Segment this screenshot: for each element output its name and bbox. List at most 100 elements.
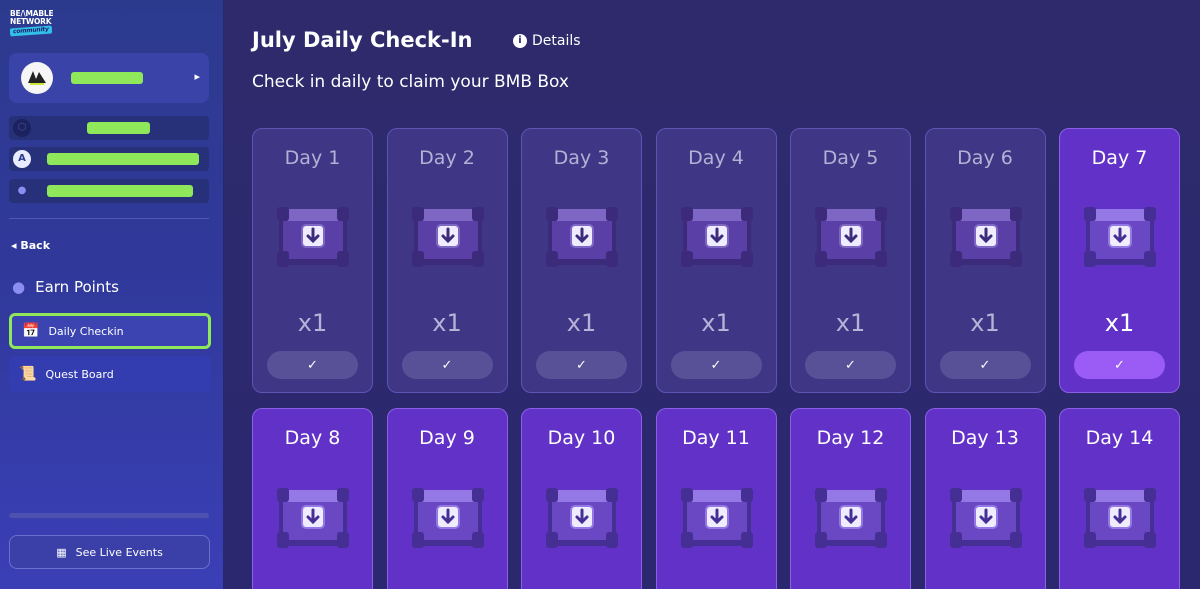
- avatar-badge-icon: [22, 63, 52, 93]
- checkin-button[interactable]: ✓: [267, 351, 358, 379]
- reward-quantity: x1: [701, 309, 731, 337]
- day-label: Day 4: [688, 147, 744, 169]
- day-label: Day 3: [553, 147, 610, 169]
- bmb-box-icon: [677, 484, 757, 554]
- checkin-button[interactable]: ✓: [401, 351, 493, 379]
- checkmark-icon: ✓: [845, 357, 856, 373]
- checkin-button[interactable]: ✓: [670, 351, 762, 379]
- bmb-box-icon: [408, 484, 488, 554]
- bmb-box-icon: [542, 484, 622, 554]
- back-label: Back: [20, 239, 51, 252]
- info-icon: i: [513, 34, 527, 48]
- section-title: Earn Points: [35, 278, 119, 296]
- day-card: Day 13: [924, 408, 1046, 589]
- bmb-box-icon: [1080, 484, 1160, 554]
- see-live-events-button[interactable]: ▦ See Live Events: [9, 535, 210, 569]
- day-label: Day 14: [1085, 427, 1154, 449]
- day-card: Day 3 x1 ✓: [521, 128, 642, 393]
- profile-card[interactable]: ▸: [9, 53, 209, 103]
- sidebar: BE/\MABLE NETWORK community ▸ ⬡ A ● ◂ Ba…: [0, 0, 224, 589]
- chevron-left-icon: ◂: [11, 239, 17, 252]
- day-label: Day 13: [951, 427, 1019, 449]
- reward-quantity: x1: [835, 309, 866, 337]
- day-card: Day 9: [386, 408, 508, 589]
- day-label: Day 5: [822, 147, 879, 169]
- day-card: Day 12: [790, 408, 911, 589]
- reward-quantity: x1: [970, 309, 1000, 337]
- sidebar-item-label: Daily Checkin: [48, 324, 124, 338]
- points-icon: ●: [12, 278, 26, 296]
- checkmark-icon: ✓: [979, 357, 991, 373]
- stat-row-token: ⬡: [9, 116, 209, 140]
- day-card: Day 14: [1059, 408, 1180, 589]
- checkmark-icon: ✓: [576, 357, 587, 373]
- reward-quantity: x1: [1104, 309, 1135, 337]
- profile-username: [71, 72, 143, 84]
- bmb-box-icon: [811, 203, 891, 273]
- page-subtitle: Check in daily to claim your BMB Box: [252, 72, 569, 92]
- bmb-box-icon: [273, 484, 353, 554]
- stat-value-points: [47, 185, 193, 197]
- reward-quantity: x1: [566, 309, 597, 337]
- day-label: Day 11: [682, 427, 750, 449]
- bmb-box-icon: [273, 203, 353, 273]
- logo-line-2: NETWORK: [10, 17, 52, 26]
- logo-tag: community: [9, 25, 52, 37]
- day-card: Day 1 x1 ✓: [252, 128, 373, 393]
- hexagon-token-icon: ⬡: [13, 119, 31, 137]
- sidebar-item-label: Quest Board: [45, 367, 114, 381]
- bmb-box-icon: [1080, 203, 1160, 273]
- day-card: Day 8: [252, 408, 373, 589]
- checkin-button[interactable]: ✓: [1074, 351, 1165, 379]
- bmb-box-icon: [677, 203, 757, 273]
- checkin-button[interactable]: ✓: [939, 351, 1031, 379]
- chevron-right-icon[interactable]: ▸: [194, 70, 200, 83]
- checkin-button[interactable]: ✓: [536, 351, 627, 379]
- sidebar-item-daily-checkin[interactable]: 📅 Daily Checkin: [9, 313, 211, 349]
- calendar-icon: ▦: [56, 545, 67, 559]
- bmb-box-icon: [811, 484, 891, 554]
- brand-logo[interactable]: BE/\MABLE NETWORK community: [9, 10, 60, 40]
- reward-quantity: x1: [297, 309, 328, 337]
- stat-value-arbitrum: [47, 153, 199, 165]
- stat-value-token: [87, 122, 150, 134]
- avatar: [21, 62, 53, 94]
- reward-quantity: x1: [432, 309, 462, 337]
- day-label: Day 1: [284, 147, 341, 169]
- checkmark-icon: ✓: [710, 357, 722, 373]
- sidebar-divider: [9, 218, 209, 219]
- day-label: Day 9: [419, 427, 475, 449]
- day-card[interactable]: Day 7 x1 ✓: [1059, 128, 1180, 393]
- bmb-box-icon: [542, 203, 622, 273]
- live-events-label: See Live Events: [75, 545, 163, 559]
- day-card: Day 11: [655, 408, 777, 589]
- back-link[interactable]: ◂ Back: [11, 239, 50, 252]
- day-label: Day 2: [419, 147, 475, 169]
- day-card: Day 5 x1 ✓: [790, 128, 911, 393]
- sidebar-scrollbar[interactable]: [9, 513, 209, 518]
- stat-row-points: ●: [9, 179, 209, 203]
- stat-row-arbitrum: A: [9, 147, 209, 171]
- details-link[interactable]: i Details: [513, 33, 581, 49]
- checkmark-icon: ✓: [1114, 357, 1125, 373]
- day-label: Day 10: [547, 427, 616, 449]
- day-label: Day 12: [816, 427, 885, 449]
- arbitrum-icon: A: [13, 150, 31, 168]
- main-content: July Daily Check-In i Details Check in d…: [224, 0, 1200, 589]
- bmb-box-icon: [946, 484, 1026, 554]
- scroll-icon: 📜: [19, 366, 37, 382]
- checkmark-icon: ✓: [307, 357, 318, 373]
- day-label: Day 8: [284, 427, 341, 449]
- day-label: Day 6: [957, 147, 1013, 169]
- day-card: Day 6 x1 ✓: [924, 128, 1046, 393]
- checkin-button[interactable]: ✓: [805, 351, 896, 379]
- page-title: July Daily Check-In: [252, 28, 473, 52]
- day-card: Day 10: [521, 408, 642, 589]
- section-earn-points: ● Earn Points: [12, 276, 119, 298]
- checkmark-icon: ✓: [441, 357, 453, 373]
- bmb-box-icon: [946, 203, 1026, 273]
- day-card: Day 4 x1 ✓: [655, 128, 777, 393]
- sidebar-item-quest-board[interactable]: 📜 Quest Board: [9, 356, 211, 392]
- points-icon: ●: [17, 185, 27, 196]
- details-label: Details: [532, 33, 581, 49]
